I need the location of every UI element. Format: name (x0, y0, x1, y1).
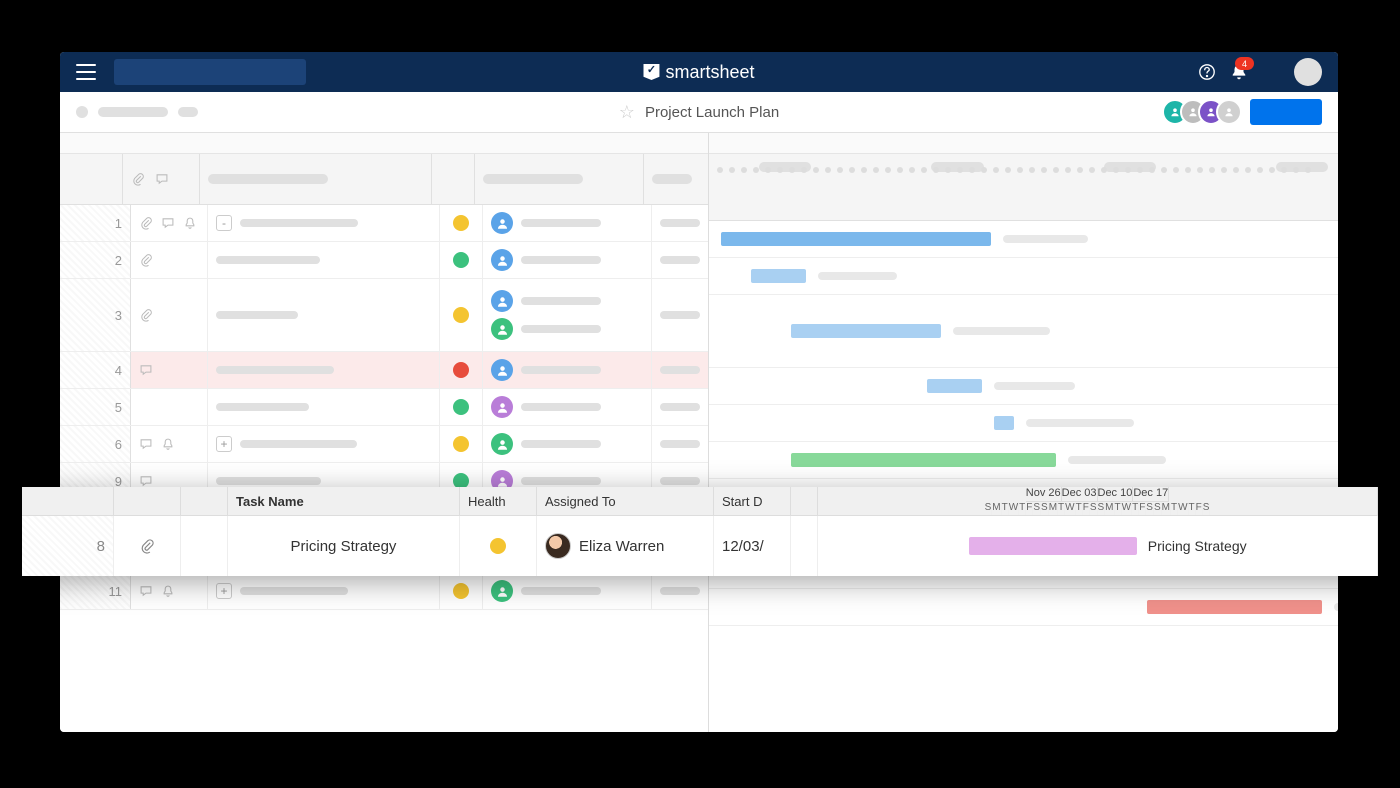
column-health: Health (460, 487, 537, 515)
health-indicator (490, 538, 506, 554)
apps-icon[interactable] (1262, 63, 1280, 81)
document-titlebar: ☆ Project Launch Plan (60, 92, 1338, 133)
grid-row[interactable]: 1- (60, 205, 708, 242)
toolbar (60, 133, 708, 154)
gantt-row[interactable] (709, 258, 1338, 295)
notification-badge: 4 (1235, 57, 1254, 70)
gantt-row[interactable] (709, 405, 1338, 442)
app-window: smartsheet 4 ☆ Project Launch Plan (60, 52, 1338, 732)
column-assigned: Assigned To (537, 487, 714, 515)
column-task-name: Task Name (228, 487, 460, 515)
gantt-panel (709, 133, 1338, 732)
grid-row[interactable]: 2 (60, 242, 708, 279)
gantt-row[interactable] (709, 368, 1338, 405)
grid-panel: 1-23456+91011+ (60, 133, 709, 732)
help-icon[interactable] (1198, 63, 1216, 81)
gantt-row[interactable] (709, 295, 1338, 368)
gantt-row[interactable]: Pricing Strategy (818, 516, 1378, 576)
search-input[interactable] (114, 59, 306, 85)
row-number: 8 (22, 516, 114, 576)
collaborator-avatars[interactable] (1170, 99, 1242, 125)
attachment-icon (131, 172, 145, 186)
share-button[interactable] (1250, 99, 1322, 125)
attachment-icon[interactable] (139, 538, 155, 554)
document-title: Project Launch Plan (645, 104, 779, 121)
focused-row: Task Name Health Assigned To Start D Nov… (22, 487, 1378, 576)
assignee-avatar (545, 533, 571, 559)
comment-icon (155, 172, 169, 186)
column-start: Start D (714, 487, 791, 515)
notifications-button[interactable]: 4 (1230, 63, 1248, 81)
favorite-icon[interactable]: ☆ (619, 102, 635, 123)
gantt-row[interactable] (709, 589, 1338, 626)
gantt-bar[interactable] (969, 537, 1137, 555)
gantt-bar-label: Pricing Strategy (1148, 538, 1247, 554)
grid-row[interactable]: 11+ (60, 573, 708, 610)
user-avatar[interactable] (1294, 58, 1322, 86)
assigned-cell[interactable]: Eliza Warren (537, 516, 714, 576)
gantt-row[interactable] (709, 221, 1338, 258)
grid-row[interactable]: 3 (60, 279, 708, 352)
grid-row[interactable]: 6+ (60, 426, 708, 463)
grid-row[interactable]: 5 (60, 389, 708, 426)
grid-row[interactable]: 4 (60, 352, 708, 389)
global-header: smartsheet 4 (60, 52, 1338, 92)
start-date-cell[interactable]: 12/03/ (714, 516, 791, 576)
menu-icon[interactable] (76, 64, 96, 80)
breadcrumb (76, 106, 198, 118)
brand-logo: smartsheet (643, 62, 754, 83)
task-name-cell[interactable]: Pricing Strategy (228, 516, 460, 576)
gantt-row[interactable] (709, 442, 1338, 479)
